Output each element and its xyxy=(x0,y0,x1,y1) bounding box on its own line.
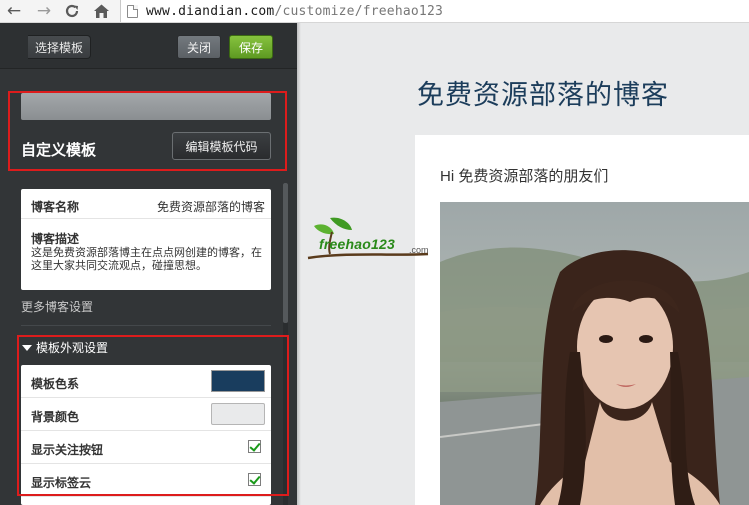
watermark-suffix: .com xyxy=(409,245,429,255)
editor-toolbar: 选择模板 关闭 保存 xyxy=(0,23,297,69)
blog-post-card: Hi 免费资源部落的朋友们 xyxy=(415,135,749,505)
select-template-label: 选择模板 xyxy=(34,40,83,55)
post-greeting: Hi 免费资源部落的朋友们 xyxy=(440,168,609,185)
highlight-box-template xyxy=(8,91,287,171)
blog-name-row[interactable]: 博客名称 免费资源部落的博客 xyxy=(21,189,271,219)
scrollbar-thumb[interactable] xyxy=(283,183,288,323)
address-bar[interactable]: www.diandian.com/customize/freehao123 xyxy=(120,0,749,22)
url-path: /customize/freehao123 xyxy=(274,3,443,19)
watermark-brand: freehao123 xyxy=(319,236,395,252)
home-icon[interactable] xyxy=(91,1,111,21)
freehao123-watermark: freehao123 .com xyxy=(306,214,436,266)
portrait-photo-illustration xyxy=(440,247,749,505)
panel-shadow xyxy=(297,23,301,505)
url-host: www.diandian.com xyxy=(146,3,275,19)
forward-arrow-icon[interactable]: → xyxy=(34,1,54,21)
blog-description-value[interactable]: 这是免费资源部落博主在点点网创建的博客，在这里大家共同交流观点，碰撞思想。 xyxy=(31,247,267,273)
highlight-box-appearance xyxy=(17,335,289,496)
back-arrow-icon[interactable]: ← xyxy=(4,1,24,21)
select-template-button[interactable]: 选择模板 xyxy=(28,35,91,59)
blog-info-card: 博客名称 免费资源部落的博客 博客描述 这是免费资源部落博主在点点网创建的博客，… xyxy=(21,189,271,290)
page-icon xyxy=(127,4,138,18)
browser-toolbar: ← → www.diandian.com/customize/freehao12… xyxy=(0,0,749,23)
divider xyxy=(21,325,271,326)
reload-icon[interactable] xyxy=(62,1,82,21)
portrait-photo xyxy=(440,202,749,505)
editor-panel: 选择模板 关闭 保存 自定义模板 编辑模板代码 博客名称 免费资源部落的博客 博… xyxy=(0,23,297,505)
blog-description-label: 博客描述 xyxy=(31,232,80,246)
close-button[interactable]: 关闭 xyxy=(177,35,221,59)
blog-name-label: 博客名称 xyxy=(31,200,80,214)
blog-title[interactable]: 免费资源部落的博客 xyxy=(417,73,669,112)
more-blog-settings-link[interactable]: 更多博客设置 xyxy=(21,298,93,315)
blog-name-value[interactable]: 免费资源部落的博客 xyxy=(157,198,265,215)
save-button[interactable]: 保存 xyxy=(229,35,273,59)
url-text: www.diandian.com/customize/freehao123 xyxy=(146,4,443,19)
